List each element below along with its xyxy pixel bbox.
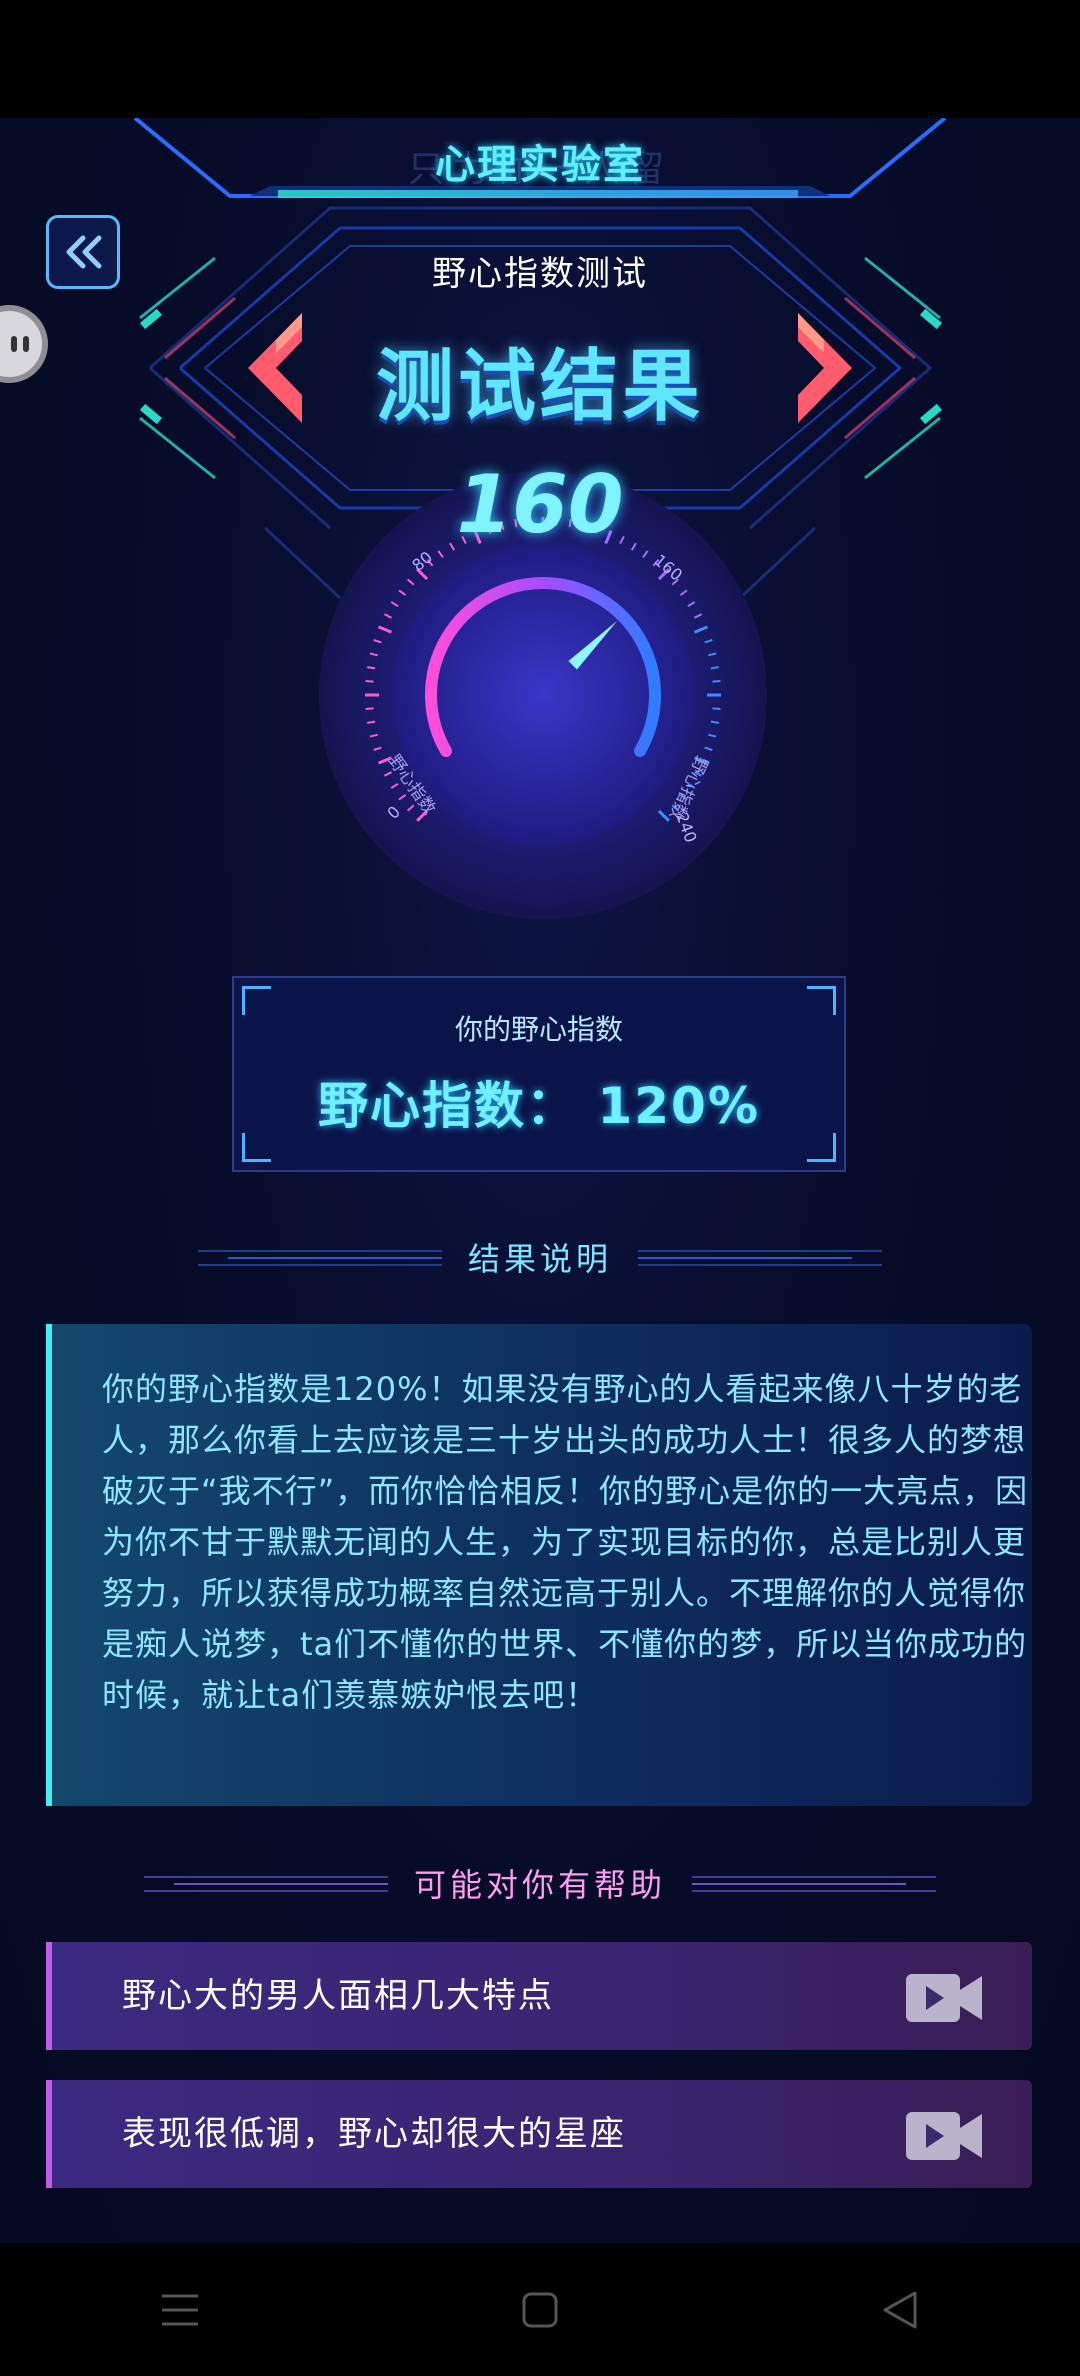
help-item[interactable]: 野心大的男人面相几大特点 (46, 1942, 1032, 2050)
index-box: 你的野心指数 野心指数： 120% (232, 976, 846, 1172)
result-description-card: 你的野心指数是120%！如果没有野心的人看起来像八十岁的老人，那么你看上去应该是… (46, 1324, 1032, 1806)
gauge-tick (367, 720, 376, 724)
lab-title: 心理实验室 (435, 142, 645, 188)
back-triangle-icon (883, 2291, 917, 2328)
gauge-value: 160 (456, 458, 624, 551)
help-item-title: 野心大的男人面相几大特点 (122, 1976, 554, 2016)
section-lines-right (638, 1242, 882, 1272)
gauge-tick (710, 720, 719, 724)
menu-button[interactable] (150, 2280, 210, 2340)
gauge-tick (710, 666, 719, 670)
help-section-title: 可能对你有帮助 (413, 1866, 666, 1904)
video-icon (906, 2112, 982, 2160)
back-nav-button[interactable] (870, 2280, 930, 2340)
result-section-header: 结果说明 (0, 1232, 1080, 1282)
system-navigation-bar (0, 2243, 1080, 2376)
result-title: 测试结果 (375, 342, 704, 432)
result-description-text: 你的野心指数是120%！如果没有野心的人看起来像八十岁的老人，那么你看上去应该是… (102, 1370, 1029, 1714)
section-lines-left (143, 1868, 388, 1898)
section-lines-left (197, 1242, 442, 1272)
gauge-tick (712, 707, 721, 710)
gauge-tick (365, 707, 374, 710)
video-icon (906, 1974, 982, 2022)
gauge-tick (367, 666, 376, 670)
test-name: 野心指数测试 (432, 254, 648, 294)
help-item[interactable]: 表现很低调，野心却很大的星座 (46, 2080, 1032, 2188)
help-section-header: 可能对你有帮助 (0, 1858, 1080, 1908)
status-bar (0, 0, 1080, 118)
section-lines-right (692, 1868, 936, 1898)
home-icon (522, 2292, 558, 2327)
home-button[interactable] (510, 2280, 570, 2340)
result-section-title: 结果说明 (467, 1240, 612, 1278)
gauge-tick (712, 680, 721, 683)
app-content: 只为你一人留 心理实验室 野心指数测试 测试结果 80 160 0 240 野心… (0, 118, 1080, 2243)
gauge-tick (365, 680, 374, 683)
index-label: 你的野心指数 (454, 1013, 623, 1046)
index-value: 野心指数： 120% (318, 1077, 760, 1135)
help-item-title: 表现很低调，野心却很大的星座 (122, 2114, 626, 2154)
menu-icon (162, 2294, 198, 2325)
screen: 只为你一人留 心理实验室 野心指数测试 测试结果 80 160 0 240 野心… (0, 0, 1080, 2376)
